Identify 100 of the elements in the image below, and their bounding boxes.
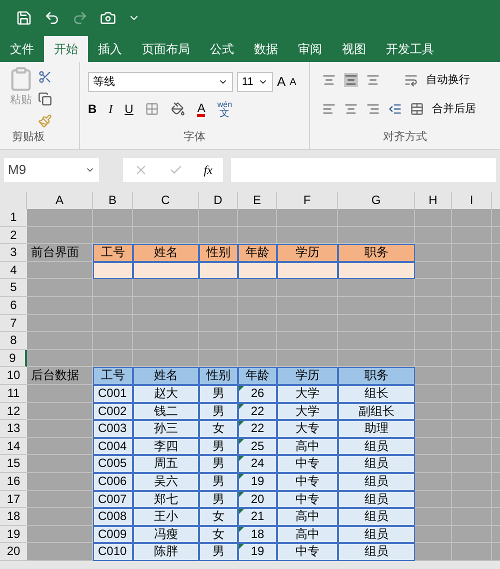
table-cell: 19 (238, 472, 277, 490)
row-header[interactable]: 12 (0, 402, 27, 420)
merge-center-button[interactable]: 合并后居 (432, 100, 476, 117)
table-cell: 男 (199, 402, 238, 420)
grid-cell (93, 350, 133, 368)
row-header[interactable]: 19 (0, 526, 27, 544)
row-header[interactable]: 17 (0, 490, 27, 508)
row-header[interactable]: 13 (0, 420, 27, 438)
table-cell: 女 (199, 526, 238, 544)
copy-icon[interactable] (38, 92, 52, 106)
ribbon-tab[interactable]: 开始 (44, 36, 88, 62)
bold-button[interactable]: B (88, 100, 97, 118)
table-cell: 钱二 (133, 402, 199, 420)
font-color-button[interactable]: A (197, 102, 206, 116)
grid-cell (277, 226, 338, 244)
row-header[interactable]: 2 (0, 226, 27, 244)
top-align-icon[interactable] (322, 73, 336, 88)
grid-cell (452, 526, 492, 544)
grid-cell (415, 438, 452, 456)
grid-cell (27, 314, 93, 332)
row-header[interactable]: 7 (0, 314, 27, 332)
ribbon-tab[interactable]: 公式 (200, 36, 244, 62)
grid-cell (415, 350, 452, 368)
grid-cell (133, 332, 199, 350)
shrink-font-button[interactable]: A (290, 74, 296, 90)
align-right-icon[interactable] (366, 102, 380, 116)
table-cell: 工号 (93, 244, 133, 262)
grid-cell (415, 526, 452, 544)
grid-cell (415, 226, 452, 244)
grid-cell (27, 472, 93, 490)
table-cell: 高中 (277, 526, 338, 544)
ribbon-tab[interactable]: 页面布局 (132, 36, 200, 62)
row-header[interactable]: 6 (0, 296, 27, 315)
wrap-text-button[interactable]: 自动换行 (426, 72, 470, 88)
table-cell: 副组长 (338, 402, 415, 420)
table-cell: 组员 (338, 472, 415, 490)
border-icon[interactable] (145, 102, 160, 116)
undo-icon[interactable] (44, 10, 60, 26)
insert-function-button[interactable]: fx (204, 161, 212, 179)
align-left-icon[interactable] (322, 102, 336, 116)
table-cell: 高中 (277, 508, 338, 526)
bottom-align-icon[interactable] (366, 73, 380, 88)
grid-cell (238, 350, 277, 368)
error-triangle-icon (239, 404, 244, 409)
grid-cell (199, 314, 238, 332)
grid-cell (93, 209, 133, 227)
save-icon[interactable] (16, 10, 32, 26)
name-box[interactable]: M9 (4, 158, 99, 182)
grid-cell (93, 314, 133, 332)
row-header[interactable]: 9 (0, 350, 27, 368)
table-cell: C010 (93, 543, 133, 561)
table-cell: 22 (238, 420, 277, 438)
row-header[interactable]: 8 (0, 332, 27, 350)
row-header[interactable]: 10 (0, 367, 27, 385)
error-triangle-icon (239, 474, 244, 479)
row-header[interactable]: 20 (0, 543, 27, 561)
cut-icon[interactable] (38, 70, 52, 84)
grid-cell (238, 279, 277, 297)
grid-cell (415, 490, 452, 508)
phonetic-button[interactable]: wén 文 (217, 100, 232, 118)
ribbon-tab[interactable]: 视图 (332, 36, 376, 62)
camera-icon[interactable] (100, 10, 116, 26)
row-header[interactable]: 5 (0, 279, 27, 297)
table-cell: C009 (93, 526, 133, 544)
grid-cell (452, 367, 492, 385)
italic-button[interactable]: I (108, 100, 113, 118)
font-size-field[interactable]: 11 (237, 72, 273, 92)
grid-cell (452, 209, 492, 227)
grid-cell (93, 296, 133, 315)
font-name-field[interactable]: 等线 (88, 72, 233, 92)
underline-button[interactable]: U (124, 100, 134, 118)
middle-align-icon[interactable] (344, 73, 358, 88)
row-header[interactable]: 1 (0, 209, 27, 227)
ribbon-tab[interactable]: 数据 (244, 36, 288, 62)
table-cell: 职务 (338, 244, 415, 262)
indent-decrease-icon[interactable] (388, 102, 402, 116)
formula-input[interactable] (231, 158, 496, 182)
table-cell: 女 (199, 508, 238, 526)
row-header[interactable]: 16 (0, 472, 27, 490)
row-header[interactable]: 4 (0, 262, 27, 280)
row-header[interactable]: 14 (0, 438, 27, 456)
table-cell: 18 (238, 526, 277, 544)
fill-color-icon[interactable] (171, 102, 186, 116)
grid-cell (452, 244, 492, 262)
ribbon-tab[interactable]: 文件 (0, 36, 44, 62)
grid-cell (452, 508, 492, 526)
row-header[interactable]: 18 (0, 508, 27, 526)
table-cell: 组员 (338, 526, 415, 544)
ribbon-tab[interactable]: 开发工具 (376, 36, 444, 62)
table-cell: 助理 (338, 420, 415, 438)
align-center-icon[interactable] (344, 102, 358, 116)
ribbon-tab[interactable]: 插入 (88, 36, 132, 62)
grid-cell (238, 296, 277, 315)
grow-font-button[interactable]: A (277, 72, 286, 92)
table-cell: 组员 (338, 508, 415, 526)
table-cell: 孙三 (133, 420, 199, 438)
row-header[interactable]: 3 (0, 244, 27, 262)
row-header[interactable]: 15 (0, 455, 27, 473)
ribbon-tab[interactable]: 审阅 (288, 36, 332, 62)
row-header[interactable]: 11 (0, 384, 27, 403)
